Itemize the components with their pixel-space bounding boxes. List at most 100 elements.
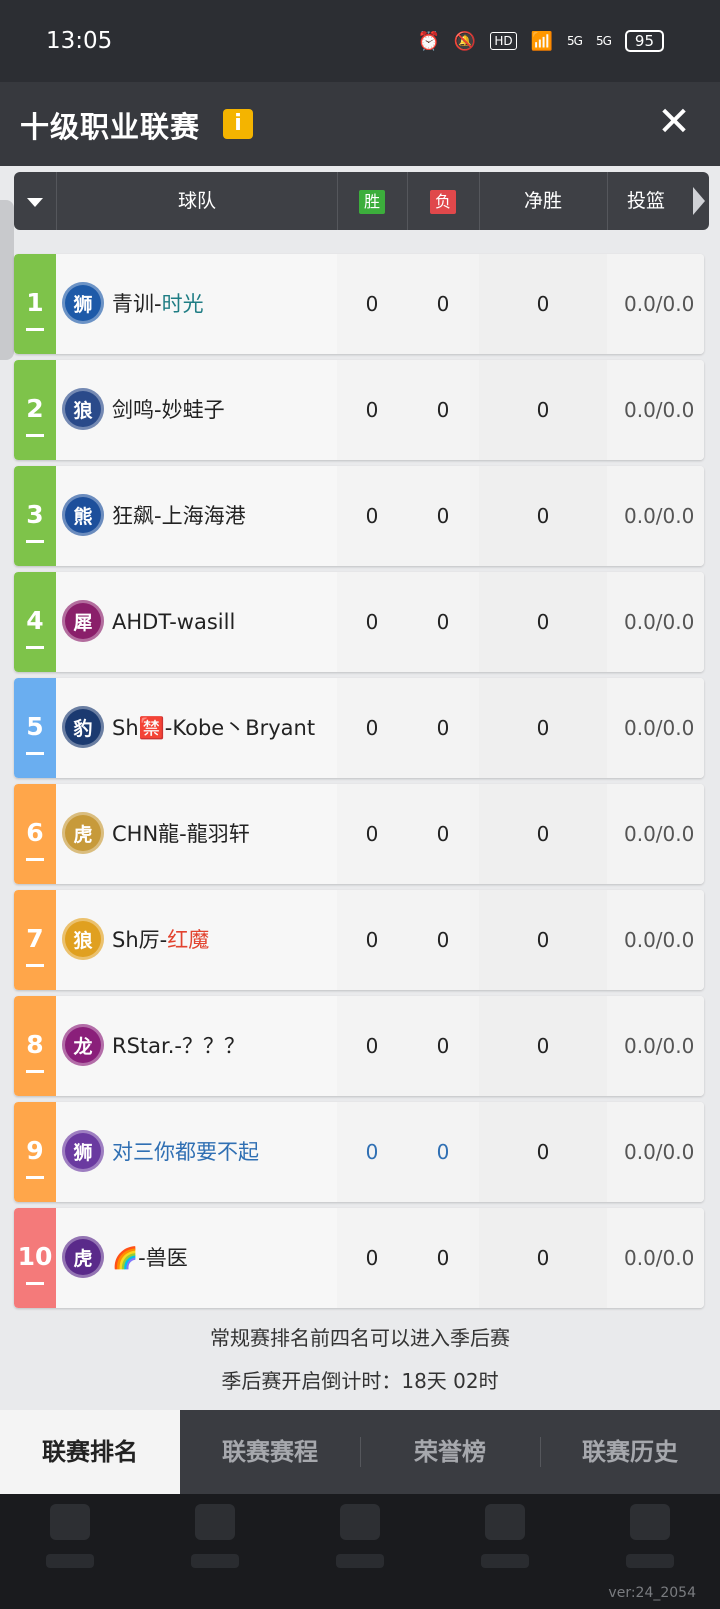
team-name: Sh🈲-Kobe丶Bryant: [112, 716, 316, 740]
net-win: 0: [479, 784, 607, 884]
loss-count: 0: [407, 1208, 479, 1308]
loss-count: 0: [407, 572, 479, 672]
rank-change-icon: [26, 646, 44, 649]
table-row[interactable]: 6 虎 CHN龍-龍羽轩 0 0 0 0.0/0.0: [14, 784, 704, 884]
loss-count: 0: [407, 996, 479, 1096]
blurred-nav-item: [465, 1494, 545, 1609]
tab-league-schedule[interactable]: 联赛赛程: [180, 1410, 360, 1494]
close-button[interactable]: ✕: [654, 102, 694, 142]
rank-badge: 8: [14, 996, 56, 1096]
team-logo-icon: 豹: [62, 706, 104, 748]
playoff-countdown: 季后赛开启倒计时：18天 02时: [221, 1369, 499, 1393]
team-cell: 熊 狂飙-上海海港: [56, 466, 338, 566]
rank-badge: 10: [14, 1208, 56, 1308]
rank-badge: 2: [14, 360, 56, 460]
shot-stat: 0.0/0.0: [607, 890, 704, 990]
team-cell: 狼 Sh厉-红魔: [56, 890, 338, 990]
rank-number: 9: [26, 1136, 44, 1165]
team-cell: 豹 Sh🈲-Kobe丶Bryant: [56, 678, 338, 778]
win-count: 0: [337, 466, 407, 566]
rank-change-icon: [26, 858, 44, 861]
win-count: 0: [337, 572, 407, 672]
rank-change-icon: [26, 1282, 44, 1285]
tab-honor-roll[interactable]: 荣誉榜: [360, 1410, 540, 1494]
team-name: AHDT-wasill: [112, 610, 236, 634]
table-row[interactable]: 7 狼 Sh厉-红魔 0 0 0 0.0/0.0: [14, 890, 704, 990]
net-win: 0: [479, 360, 607, 460]
scroll-right-icon[interactable]: [693, 187, 705, 215]
team-name: 🌈-兽医: [112, 1246, 188, 1270]
chevron-down-icon: [27, 198, 43, 207]
net-win: 0: [479, 466, 607, 566]
net-win: 0: [479, 254, 607, 354]
rank-change-icon: [26, 1176, 44, 1179]
team-cell: 狼 剑鸣-妙蛙子: [56, 360, 338, 460]
rank-number: 1: [26, 288, 44, 317]
team-name: 狂飙-上海海港: [112, 504, 246, 528]
team-name: 青训-时光: [112, 292, 204, 316]
team-cell: 龙 RStar.-？？？: [56, 996, 338, 1096]
hd-icon: HD: [490, 32, 517, 50]
rank-change-icon: [26, 328, 44, 331]
status-icons: ⏰ 🔕 HD 📶 5G 5G 95: [418, 30, 664, 52]
rank-badge: 1: [14, 254, 56, 354]
win-count: 0: [337, 1208, 407, 1308]
net-win: 0: [479, 1102, 607, 1202]
rank-change-icon: [26, 540, 44, 543]
team-logo-icon: 虎: [62, 812, 104, 854]
shot-stat: 0.0/0.0: [607, 1102, 704, 1202]
tab-league-ranking[interactable]: 联赛排名: [0, 1410, 180, 1494]
side-drawer-handle[interactable]: [0, 200, 14, 360]
team-logo-icon: 狼: [62, 918, 104, 960]
shot-stat: 0.0/0.0: [607, 572, 704, 672]
standings-list: 1 狮 青训-时光 0 0 0 0.0/0.0 2 狼 剑鸣-妙蛙子 0 0 0…: [14, 254, 704, 1314]
status-time: 13:05: [46, 28, 113, 54]
rank-badge: 7: [14, 890, 56, 990]
win-tag: 胜: [359, 190, 385, 214]
header-loss: 负: [407, 172, 480, 230]
header-net-win: 净胜: [479, 172, 608, 230]
table-row[interactable]: 8 龙 RStar.-？？？ 0 0 0 0.0/0.0: [14, 996, 704, 1096]
header-win: 胜: [337, 172, 408, 230]
mute-icon: 🔕: [453, 30, 477, 52]
version-label: ver:24_2054: [608, 1585, 696, 1601]
net-win: 0: [479, 678, 607, 778]
loss-count: 0: [407, 784, 479, 884]
table-row[interactable]: 9 狮 对三你都要不起 0 0 0 0.0/0.0: [14, 1102, 704, 1202]
loss-tag: 负: [430, 190, 456, 214]
win-count: 0: [337, 678, 407, 778]
table-row[interactable]: 1 狮 青训-时光 0 0 0 0.0/0.0: [14, 254, 704, 354]
table-row[interactable]: 5 豹 Sh🈲-Kobe丶Bryant 0 0 0 0.0/0.0: [14, 678, 704, 778]
rank-number: 4: [26, 606, 44, 635]
shot-stat: 0.0/0.0: [607, 254, 704, 354]
team-logo-icon: 虎: [62, 1236, 104, 1278]
loss-count: 0: [407, 254, 479, 354]
shot-stat: 0.0/0.0: [607, 784, 704, 884]
net-win: 0: [479, 996, 607, 1096]
table-header: 球队 胜 负 净胜 投篮: [14, 172, 709, 230]
table-row[interactable]: 2 狼 剑鸣-妙蛙子 0 0 0 0.0/0.0: [14, 360, 704, 460]
shot-stat: 0.0/0.0: [607, 1208, 704, 1308]
table-row[interactable]: 4 犀 AHDT-wasill 0 0 0 0.0/0.0: [14, 572, 704, 672]
dropdown-toggle[interactable]: [14, 172, 57, 230]
win-count: 0: [337, 996, 407, 1096]
rank-number: 2: [26, 394, 44, 423]
rank-change-icon: [26, 752, 44, 755]
loss-count: 0: [407, 1102, 479, 1202]
shot-stat: 0.0/0.0: [607, 678, 704, 778]
table-row[interactable]: 10 虎 🌈-兽医 0 0 0 0.0/0.0: [14, 1208, 704, 1308]
net-win: 0: [479, 890, 607, 990]
win-count: 0: [337, 890, 407, 990]
win-count: 0: [337, 254, 407, 354]
status-bar: 13:05 ⏰ 🔕 HD 📶 5G 5G 95: [0, 0, 720, 82]
team-cell: 狮 青训-时光: [56, 254, 338, 354]
loss-count: 0: [407, 890, 479, 990]
team-logo-icon: 狼: [62, 388, 104, 430]
info-icon[interactable]: i: [223, 109, 253, 139]
signal-5g-icon: 5G: [567, 34, 583, 48]
table-row[interactable]: 3 熊 狂飙-上海海港 0 0 0 0.0/0.0: [14, 466, 704, 566]
tab-league-history[interactable]: 联赛历史: [540, 1410, 720, 1494]
rank-number: 6: [26, 818, 44, 847]
rank-number: 10: [17, 1242, 53, 1271]
playoff-note: 常规赛排名前四名可以进入季后赛: [210, 1326, 510, 1350]
